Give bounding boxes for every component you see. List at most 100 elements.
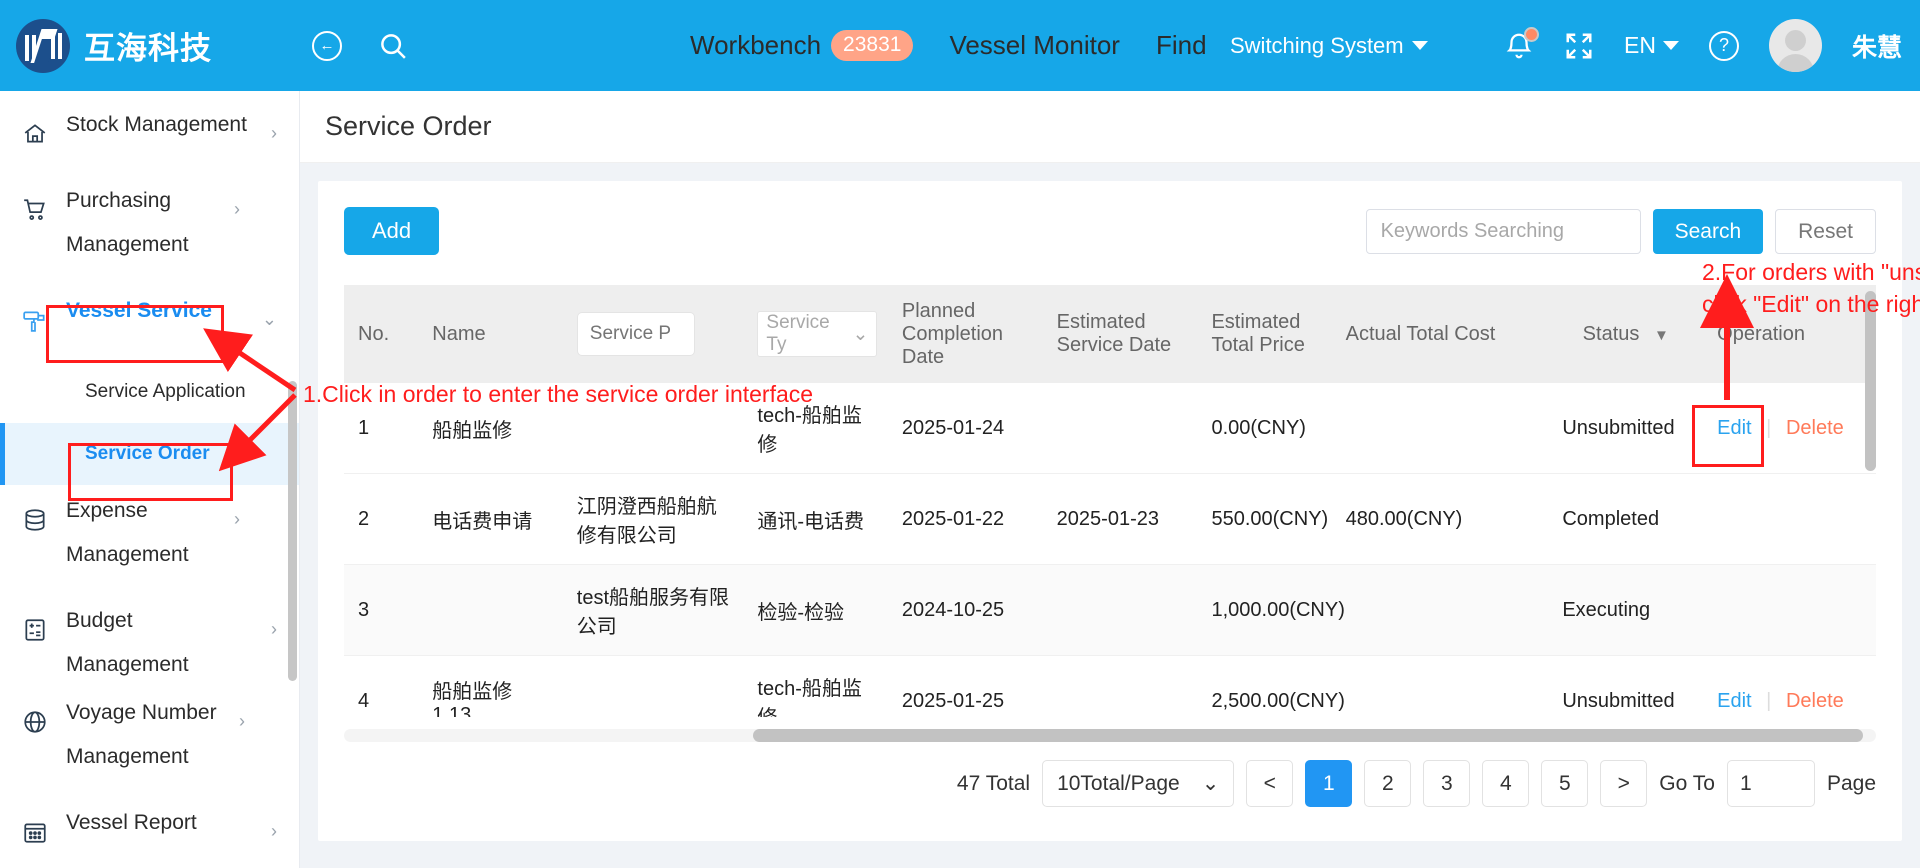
page-size-value: 10Total/Page (1057, 771, 1180, 795)
brand-name: 互海科技 (84, 31, 212, 66)
reset-button[interactable]: Reset (1775, 209, 1876, 254)
cell-service-date (1042, 655, 1198, 717)
cell-status: Unsubmitted (1548, 655, 1704, 717)
page-button-3[interactable]: 3 (1423, 760, 1471, 807)
table-vertical-scrollbar[interactable] (1865, 291, 1876, 471)
username-label: 朱慧 (1851, 33, 1902, 62)
bell-icon[interactable] (1504, 26, 1540, 63)
cell-provider (562, 655, 744, 717)
column-header-status[interactable]: Status ▼ (1548, 285, 1704, 383)
cell-estimated-price: 2,500.00(CNY) (1197, 655, 1345, 717)
sidebar-label-purchasing-management: Purchasing Management (66, 189, 189, 256)
nav-item-workbench[interactable]: Workbench 23831 (690, 30, 914, 61)
cell-service-type: 通讯-电话费 (743, 473, 888, 565)
fullscreen-icon[interactable] (1564, 31, 1594, 61)
question-mark-icon[interactable]: ? (1708, 30, 1739, 61)
company-logo-icon (16, 18, 70, 73)
cell-service-type: tech-船舶监修 (743, 655, 888, 717)
goto-page-input[interactable] (1726, 760, 1815, 807)
content-card: Add Search Reset No. Name (318, 181, 1902, 841)
sidebar-item-expense-management[interactable]: Expense Management › (0, 485, 299, 595)
column-header-no: No. (344, 285, 419, 383)
edit-link[interactable]: Edit (1717, 690, 1751, 712)
cell-operation: Edit | Delete (1703, 655, 1876, 717)
column-header-name: Name (418, 285, 563, 383)
sidebar-item-purchasing-management[interactable]: Purchasing Management › (0, 175, 299, 285)
column-header-operation: Operation (1703, 285, 1876, 383)
page-button-4[interactable]: 4 (1482, 760, 1530, 807)
delete-link[interactable]: Delete (1786, 690, 1844, 712)
cell-estimated-price: 0.00(CNY) (1197, 383, 1332, 474)
table-header-row: No. Name Service Ty ⌄ Planned Completion… (344, 285, 1876, 383)
sidebar-label-budget-management: Budget Management (66, 609, 189, 676)
chevron-right-icon: › (271, 123, 277, 143)
add-button[interactable]: Add (344, 207, 440, 255)
nav-label-find: Find (1155, 30, 1207, 60)
column-header-service-provider (562, 285, 744, 383)
table-row[interactable]: 4 船舶监修1.13 tech-船舶监修 2025-01-25 2,500.00… (344, 655, 1876, 717)
delete-link[interactable]: Delete (1786, 417, 1844, 439)
next-page-button[interactable]: > (1600, 760, 1648, 807)
table-scroll-container: No. Name Service Ty ⌄ Planned Completion… (344, 285, 1876, 717)
sidebar-item-voyage-number-management[interactable]: Voyage Number Management › (0, 687, 299, 797)
cell-actual-cost (1331, 655, 1549, 717)
sidebar-item-stock-management[interactable]: Stock Management › (0, 99, 299, 175)
nav-item-vessel-monitor[interactable]: Vessel Monitor (949, 30, 1120, 61)
cell-no: 1 (344, 383, 419, 474)
header-right-tools: EN ? 朱慧 (1504, 0, 1902, 91)
cell-operation: Edit | Delete (1703, 383, 1876, 474)
chevron-right-icon: › (271, 619, 277, 639)
edit-link[interactable]: Edit (1717, 417, 1751, 439)
page-button-2[interactable]: 2 (1364, 760, 1412, 807)
service-provider-filter-input[interactable] (576, 312, 695, 356)
pagination: 47 Total 10Total/Page ⌄ < 1 2 3 4 5 > Go… (957, 760, 1876, 807)
globe-icon (22, 709, 48, 740)
cell-name (418, 564, 563, 656)
workbench-count-badge: 23831 (831, 30, 914, 61)
nav-item-find[interactable]: Find (1156, 30, 1207, 61)
sidebar: Stock Management › Purchasing Management… (0, 91, 300, 868)
back-arrow-circle-icon[interactable]: ← (312, 30, 342, 61)
sidebar-item-vessel-report[interactable]: Vessel Report › (0, 797, 299, 868)
cell-actual-cost (1331, 564, 1549, 656)
prev-page-button[interactable]: < (1246, 760, 1294, 807)
sidebar-label-vessel-report: Vessel Report (66, 811, 197, 834)
table-row[interactable]: 1 船舶监修 tech-船舶监修 2025-01-24 0.00(CNY) Un… (344, 383, 1876, 474)
chevron-down-icon: ⌄ (1201, 772, 1220, 795)
nav-label-workbench: Workbench (690, 30, 822, 60)
page-unit-label: Page (1826, 771, 1876, 795)
column-header-estimated-total-price: Estimated Total Price (1197, 285, 1332, 383)
sidebar-item-vessel-service[interactable]: Vessel Service ⌄ (0, 285, 299, 361)
action-separator: | (1766, 416, 1772, 439)
cell-no: 3 (344, 564, 419, 656)
cell-operation (1703, 473, 1876, 565)
sidebar-item-budget-management[interactable]: Budget Management › (0, 595, 299, 687)
page-button-1[interactable]: 1 (1305, 760, 1353, 807)
database-icon (22, 507, 48, 538)
chevron-down-icon (1411, 41, 1428, 50)
cell-provider (562, 383, 744, 474)
cell-status: Unsubmitted (1548, 383, 1704, 474)
sidebar-scrollbar[interactable] (288, 381, 297, 681)
language-selector[interactable]: EN (1624, 32, 1679, 59)
sidebar-item-service-application[interactable]: Service Application (0, 361, 299, 423)
table-row[interactable]: 2 电话费申请 江阴澄西船舶航修有限公司 通讯-电话费 2025-01-22 2… (344, 473, 1876, 565)
top-header-bar: 互海科技 ← Workbench 23831 Vessel Monitor Fi… (0, 0, 1920, 91)
notification-dot (1524, 26, 1540, 42)
cell-name: 电话费申请 (418, 473, 563, 565)
sidebar-item-service-order[interactable]: Service Order (0, 423, 299, 485)
switching-system-dropdown[interactable]: Switching System (1230, 0, 1428, 91)
search-icon[interactable] (378, 31, 408, 61)
table-horizontal-scrollbar[interactable] (753, 729, 1863, 742)
search-button[interactable]: Search (1652, 209, 1764, 254)
service-type-filter-select[interactable]: Service Ty ⌄ (757, 311, 878, 357)
cell-name: 船舶监修1.13 (418, 655, 563, 717)
column-header-actual-total-cost: Actual Total Cost (1331, 285, 1549, 383)
avatar[interactable] (1768, 19, 1822, 72)
paint-roller-icon (22, 307, 48, 338)
page-button-5[interactable]: 5 (1541, 760, 1589, 807)
search-input[interactable] (1365, 209, 1641, 254)
table-row[interactable]: 3 test船舶服务有限公司 检验-检验 2024-10-25 1,000.00… (344, 564, 1876, 656)
page-size-select[interactable]: 10Total/Page ⌄ (1042, 760, 1235, 807)
cell-operation (1703, 564, 1876, 656)
